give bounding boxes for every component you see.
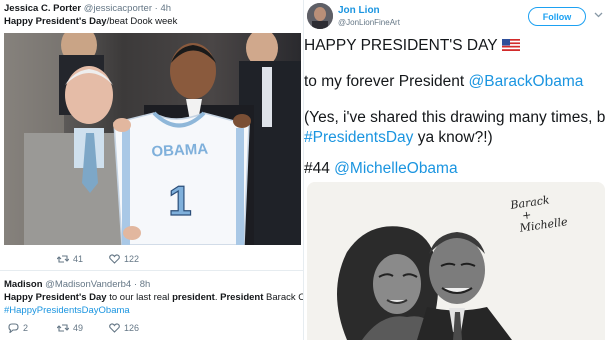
avatar-image (307, 3, 333, 29)
reply-count: 2 (23, 323, 29, 333)
like-button[interactable]: 126 (109, 323, 139, 333)
retweet-icon (57, 255, 69, 263)
tweet-line: HAPPY PRESIDENT'S DAY (304, 37, 520, 55)
right-tweet-column: Jon Lion @JonLionFineArt Follow HAPPY PR… (304, 0, 605, 340)
tweet-text: #44 (304, 160, 335, 177)
avatar[interactable] (307, 3, 333, 29)
tweet-time[interactable]: 8h (140, 279, 151, 290)
tweet-text-part: Barack Obama! (266, 292, 303, 303)
tweet-text: to my forever President (304, 73, 469, 90)
tweet-time[interactable]: 4h (160, 3, 171, 14)
tweet-divider (0, 270, 303, 271)
mention-link[interactable]: @BarackObama (469, 73, 584, 90)
tweet-text: Happy President's Day to our last real p… (4, 292, 303, 303)
tweet-text: Happy President's Day/beat Dook week (4, 16, 177, 27)
chevron-down-icon[interactable] (594, 12, 603, 18)
hashtag-link[interactable]: #HappyPresidentsDayObama (4, 305, 130, 316)
author-name[interactable]: Jon Lion (338, 5, 380, 16)
tweet-header: Madison @MadisonVanderb4 · 8h (4, 279, 150, 290)
tweet-photo[interactable]: OBAMA 1 (4, 33, 301, 245)
tweet-text-bold: Happy President's Day (4, 292, 107, 303)
author-handle[interactable]: @JonLionFineArt (338, 18, 400, 27)
separator: · (133, 279, 138, 290)
author-name[interactable]: Madison (4, 279, 43, 290)
heart-icon (109, 323, 120, 333)
author-handle[interactable]: @jessicacporter (84, 3, 152, 14)
tweet-actions: 2 49 126 (0, 323, 303, 337)
follow-button[interactable]: Follow (528, 7, 586, 26)
left-tweet-column: Jessica C. Porter @jessicacporter · 4h H… (0, 0, 304, 340)
author-handle[interactable]: @MadisonVanderb4 (45, 279, 131, 290)
like-button[interactable]: 122 (109, 254, 139, 264)
retweet-count: 49 (73, 323, 84, 333)
tweet-text-part: to our last real (106, 292, 173, 303)
tweet-text-bold: Happy President's Day (4, 16, 107, 27)
reply-button[interactable]: 2 (8, 323, 28, 333)
retweet-icon (57, 324, 69, 332)
author-name[interactable]: Jessica C. Porter (4, 3, 81, 14)
hashtag-link[interactable]: #PresidentsDay (304, 129, 413, 146)
tweet-line: (Yes, i've shared this drawing many time… (304, 109, 605, 126)
tweet-photo[interactable]: Barack + Michelle (307, 182, 605, 340)
like-count: 126 (124, 323, 140, 333)
tweet-text: ya know?!) (413, 129, 493, 146)
tweet-text-bold: president (172, 292, 215, 303)
retweet-button[interactable]: 49 (57, 323, 83, 333)
tweet-text-rest: /beat Dook week (106, 16, 178, 27)
tweet-line: #44 @MichelleObama (304, 160, 458, 178)
tweet-actions: 41 122 (0, 254, 303, 268)
photo-illustration: OBAMA 1 (4, 33, 301, 245)
like-count: 122 (124, 254, 140, 264)
reply-icon (8, 323, 19, 333)
retweet-button[interactable]: 41 (57, 254, 83, 264)
flag-icon (501, 39, 520, 51)
jersey-number: 1 (168, 177, 191, 224)
tweet-text: HAPPY PRESIDENT'S DAY (304, 37, 498, 54)
separator: · (154, 3, 158, 14)
heart-icon (109, 254, 120, 264)
tweet-header: Jessica C. Porter @jessicacporter · 4h (4, 3, 171, 14)
jersey-text: OBAMA (151, 141, 209, 161)
tweet-line: to my forever President @BarackObama (304, 73, 583, 91)
tweet-line: #PresidentsDay ya know?!) (304, 129, 493, 147)
tweet-text-bold: President (220, 292, 264, 303)
artist-signature: Barack + Michelle (510, 192, 569, 235)
retweet-count: 41 (73, 254, 84, 264)
mention-link[interactable]: @MichelleObama (334, 160, 457, 177)
